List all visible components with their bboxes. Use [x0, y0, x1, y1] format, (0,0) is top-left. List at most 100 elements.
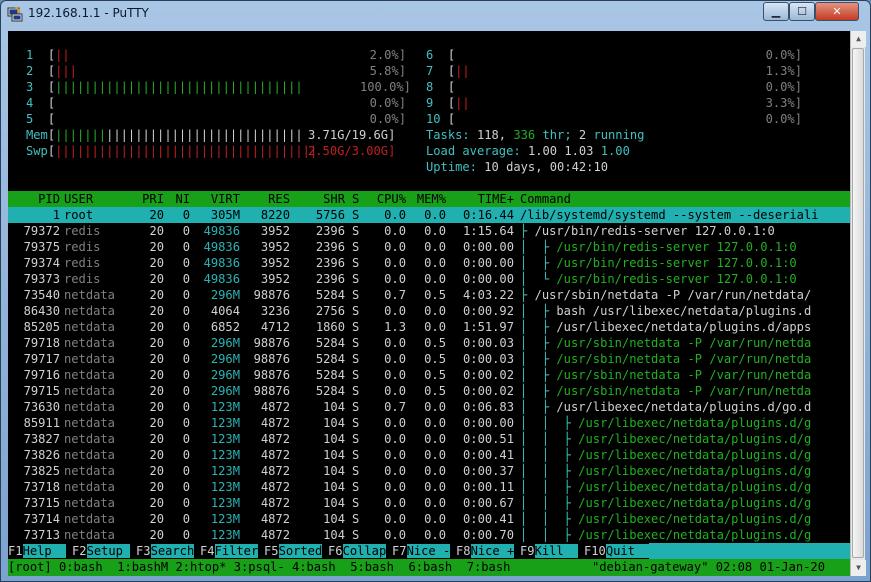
close-button[interactable]: ✕	[815, 2, 859, 21]
fkey-f5[interactable]: F5Sorted	[264, 543, 323, 559]
table-row[interactable]: 79375 redis 20 0 49836 3952 2396 S 0.0 0.0 0:00.00…	[8, 239, 850, 255]
cell-s: S	[352, 256, 360, 270]
cell-shr: 2756	[315, 304, 345, 318]
cell-ni: 0	[182, 256, 190, 270]
cell-mem: 0.5	[424, 352, 446, 366]
column-header-mem[interactable]: MEM%	[408, 191, 446, 207]
table-row[interactable]: 73540 netdata 20 0 296M 98876 5284 S 0.7 0.5 4:03.…	[8, 287, 850, 303]
column-header-shr[interactable]: SHR	[293, 191, 345, 207]
column-header-cpu[interactable]: CPU%	[368, 191, 406, 207]
cell-res: 3952	[260, 256, 290, 270]
cell-mem: 0.0	[424, 480, 446, 494]
cell-virt: 4064	[210, 304, 240, 318]
table-row[interactable]: 79372 redis 20 0 49836 3952 2396 S 0.0 0.0 1:15.64…	[8, 223, 850, 239]
cell-user: redis	[64, 272, 101, 286]
cell-ni: 0	[182, 400, 190, 414]
column-header-time[interactable]: TIME+	[452, 191, 514, 207]
cell-mem: 0.0	[424, 432, 446, 446]
fkey-f4[interactable]: F4Filter	[200, 543, 259, 559]
column-header-res[interactable]: RES	[244, 191, 290, 207]
scrollbar-thumb[interactable]	[852, 48, 864, 558]
table-row[interactable]: 73827 netdata 20 0 123M 4872 104 S 0.0 0.0 0:00.51…	[8, 431, 850, 447]
cell-shr: 104	[323, 480, 345, 494]
table-row[interactable]: 86430 netdata 20 0 4064 3236 2756 S 0.0 0.0 0:00.9…	[8, 303, 850, 319]
table-row[interactable]: 79717 netdata 20 0 296M 98876 5284 S 0.0 0.5 0:00.…	[8, 351, 850, 367]
table-row[interactable]: 79373 redis 20 0 49836 3952 2396 S 0.0 0.0 0:00.00…	[8, 271, 850, 287]
table-row[interactable]: 73714 netdata 20 0 123M 4872 104 S 0.0 0.0 0:00.41…	[8, 511, 850, 527]
cell-pid: 73715	[23, 496, 60, 510]
fkey-f3[interactable]: F3Search	[136, 543, 195, 559]
fkey-f1[interactable]: F1Help	[8, 543, 67, 559]
table-row[interactable]: 79715 netdata 20 0 296M 98876 5284 S 0.0 0.5 0:00.…	[8, 383, 850, 399]
cell-user: redis	[64, 256, 101, 270]
cell-shr: 5756	[315, 208, 345, 222]
scroll-up-icon[interactable]: ▲	[851, 31, 866, 47]
cell-pri: 20	[149, 416, 164, 430]
table-row[interactable]: 73826 netdata 20 0 123M 4872 104 S 0.0 0.0 0:00.41…	[8, 447, 850, 463]
cell-shr: 104	[323, 512, 345, 526]
cell-time: 4:03.22	[463, 288, 514, 302]
table-row[interactable]: 1 root 20 0 305M 8220 5756 S 0.0 0.0 0:16.44/lib/s…	[8, 207, 850, 223]
title-bar[interactable]: 192.168.1.1 - PuTTY ▁ ☐ ✕	[1, 1, 870, 27]
table-row[interactable]: 73713 netdata 20 0 123M 4872 104 S 0.0 0.0 0:00.70…	[8, 527, 850, 543]
fkey-f8[interactable]: F8Nice +	[456, 543, 515, 559]
table-row[interactable]: 79718 netdata 20 0 296M 98876 5284 S 0.0 0.5 0:00.…	[8, 335, 850, 351]
table-row[interactable]: 73718 netdata 20 0 123M 4872 104 S 0.0 0.0 0:00.11…	[8, 479, 850, 495]
maximize-button[interactable]: ☐	[789, 2, 815, 21]
cell-command: /usr/libexec/netdata/plugins.d/g	[578, 432, 812, 446]
cpu-percent: 100.0%]	[360, 80, 411, 94]
column-header-ni[interactable]: NI	[170, 191, 190, 207]
table-row[interactable]: 85911 netdata 20 0 123M 4872 104 S 0.0 0.0 0:00.00…	[8, 415, 850, 431]
cell-mem: 0.0	[424, 320, 446, 334]
cell-res: 4872	[260, 496, 290, 510]
cell-shr: 104	[323, 448, 345, 462]
cell-command: bash /usr/libexec/netdata/plugins.d	[556, 304, 812, 318]
terminal-screen[interactable]: 1 [|| 2.0%] 2 [||| 5.8%] 3 [||||||||||||||||…	[8, 31, 850, 576]
cell-s: S	[352, 240, 360, 254]
table-row[interactable]: 85205 netdata 20 0 6852 4712 1860 S 1.3 0.0 1:51.9…	[8, 319, 850, 335]
tmux-windows[interactable]: 0:bash 1:bashM 2:htop* 3:psql- 4:bash 5:…	[59, 560, 510, 574]
column-header-pid[interactable]: PID	[8, 191, 60, 207]
cell-ni: 0	[182, 528, 190, 542]
function-key-bar[interactable]: F1Help F2Setup F3Search F4Filter F5Sorted F…	[8, 543, 850, 559]
cell-time: 0:16.44	[463, 208, 514, 222]
cell-pid: 79373	[23, 272, 60, 286]
column-header-pri[interactable]: PRI	[120, 191, 164, 207]
vertical-scrollbar[interactable]: ▲ ▼	[850, 31, 866, 576]
cell-command: /usr/sbin/netdata -P /var/run/netdata/	[534, 288, 812, 302]
cell-mem: 0.0	[424, 224, 446, 238]
table-row[interactable]: 79716 netdata 20 0 296M 98876 5284 S 0.0 0.5 0:00.…	[8, 367, 850, 383]
table-row[interactable]: 73715 netdata 20 0 123M 4872 104 S 0.0 0.0 0:00.67…	[8, 495, 850, 511]
column-header-command[interactable]: Command	[520, 191, 850, 207]
cell-cpu: 0.0	[384, 224, 406, 238]
column-header-virt[interactable]: VIRT	[194, 191, 240, 207]
cell-mem: 0.0	[424, 208, 446, 222]
fkey-f10[interactable]: F10Quit	[584, 543, 650, 559]
table-row[interactable]: 73825 netdata 20 0 123M 4872 104 S 0.0 0.0 0:00.37…	[8, 463, 850, 479]
tree-branch: │ ├	[520, 384, 557, 398]
table-row[interactable]: 79374 redis 20 0 49836 3952 2396 S 0.0 0.0 0:00.00…	[8, 255, 850, 271]
cell-shr: 5284	[315, 368, 345, 382]
cell-shr: 2396	[315, 256, 345, 270]
cell-shr: 104	[323, 400, 345, 414]
scroll-down-icon[interactable]: ▼	[851, 560, 866, 576]
cell-ni: 0	[182, 432, 190, 446]
fkey-f2[interactable]: F2Setup	[72, 543, 131, 559]
process-table-header[interactable]: PID USER PRI NI VIRT RES SHR S CPU% MEM% TIME+ Comm…	[8, 191, 850, 207]
tree-branch: │ ├	[520, 320, 557, 334]
cell-shr: 5284	[315, 288, 345, 302]
cell-command: /usr/libexec/netdata/plugins.d/g	[578, 512, 812, 526]
fkey-f7[interactable]: F7Nice -	[392, 543, 451, 559]
fkey-f6[interactable]: F6Collap	[328, 543, 387, 559]
cell-user: netdata	[64, 320, 115, 334]
fkey-f9[interactable]: F9Kill	[520, 543, 579, 559]
cell-time: 0:00.03	[463, 352, 514, 366]
cell-mem: 0.5	[424, 288, 446, 302]
column-header-s[interactable]: S	[352, 191, 364, 207]
cell-virt: 49836	[203, 256, 240, 270]
cpu-meter: 9 [||	[426, 96, 470, 110]
cell-res: 4712	[260, 320, 290, 334]
table-row[interactable]: 73630 netdata 20 0 123M 4872 104 S 0.7 0.0 0:06.83…	[8, 399, 850, 415]
column-header-user[interactable]: USER	[64, 191, 116, 207]
minimize-button[interactable]: ▁	[763, 2, 789, 21]
